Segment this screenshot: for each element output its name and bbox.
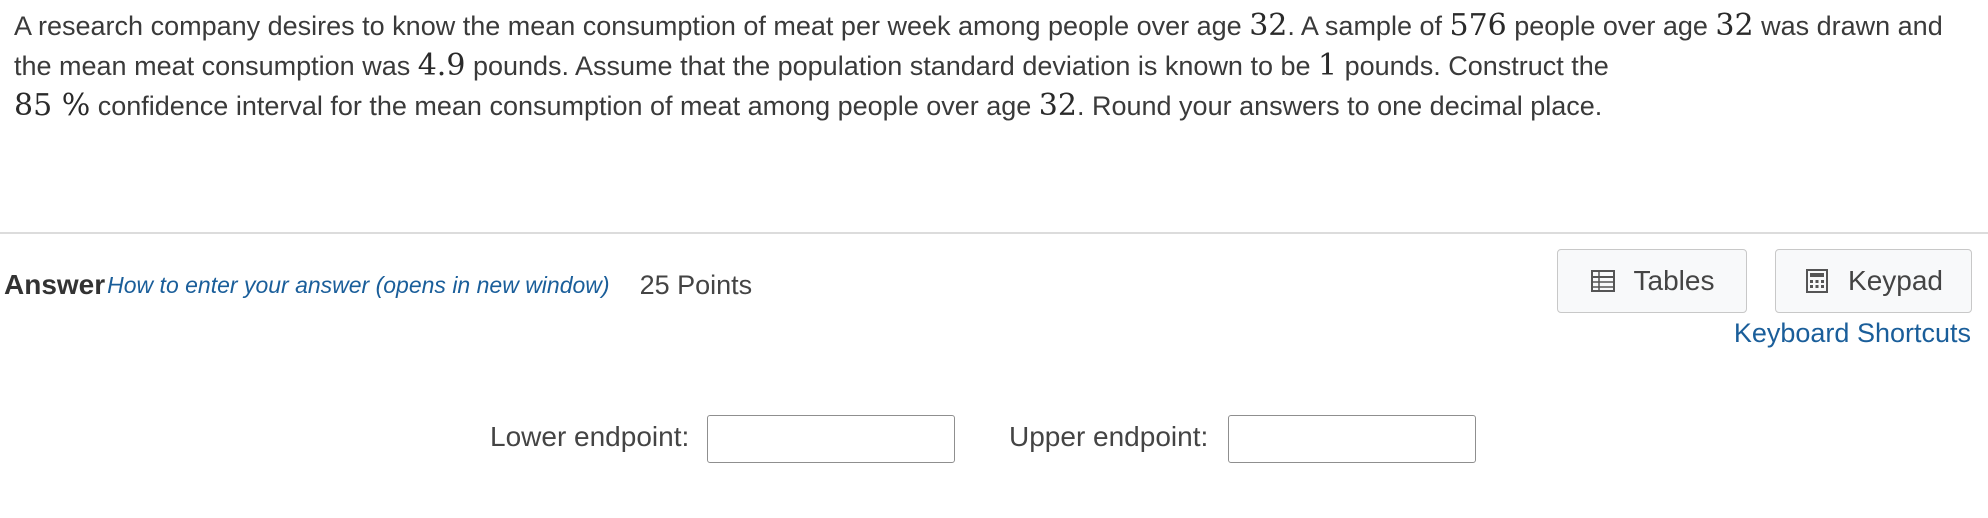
lower-endpoint-input[interactable] <box>707 415 955 463</box>
section-divider <box>0 232 1988 234</box>
calculator-icon <box>1804 268 1830 294</box>
mean-value: 4.9 <box>417 48 466 83</box>
std-dev-value: 1 <box>1318 48 1338 83</box>
confidence-level-value: 85 % <box>14 88 91 123</box>
points-label: 25 Points <box>639 269 753 300</box>
question-part: pounds. Assume that the population stand… <box>465 51 1319 81</box>
tables-button[interactable]: Tables <box>1557 249 1747 313</box>
keyboard-shortcuts-link[interactable]: Keyboard Shortcuts <box>1734 318 1971 349</box>
question-part: confidence interval for the mean consump… <box>90 91 1039 121</box>
question-text: A research company desires to know the m… <box>14 6 1964 126</box>
how-to-enter-answer-link[interactable]: How to enter your answer (opens in new w… <box>107 272 609 299</box>
age-value: 32 <box>1038 88 1077 123</box>
lower-endpoint-label: Lower endpoint: <box>490 421 690 452</box>
answer-header: Answer How to enter your answer (opens i… <box>4 263 752 307</box>
keypad-button-label: Keypad <box>1848 265 1943 296</box>
sample-size-value: 576 <box>1449 8 1507 43</box>
age-value: 32 <box>1249 8 1288 43</box>
question-part: pounds. Construct the <box>1337 51 1609 81</box>
question-part: people over age <box>1506 11 1716 41</box>
question-part: A research company desires to know the m… <box>14 11 1250 41</box>
keypad-button[interactable]: Keypad <box>1775 249 1972 313</box>
age-value: 32 <box>1715 8 1754 43</box>
tables-button-label: Tables <box>1633 265 1715 296</box>
question-part: . Round your answers to one decimal plac… <box>1076 91 1603 121</box>
upper-endpoint-input[interactable] <box>1228 415 1476 463</box>
answer-title: Answer <box>4 269 106 300</box>
table-grid-icon <box>1590 268 1616 294</box>
upper-endpoint-label: Upper endpoint: <box>1009 421 1209 452</box>
question-part: . A sample of <box>1287 11 1450 41</box>
